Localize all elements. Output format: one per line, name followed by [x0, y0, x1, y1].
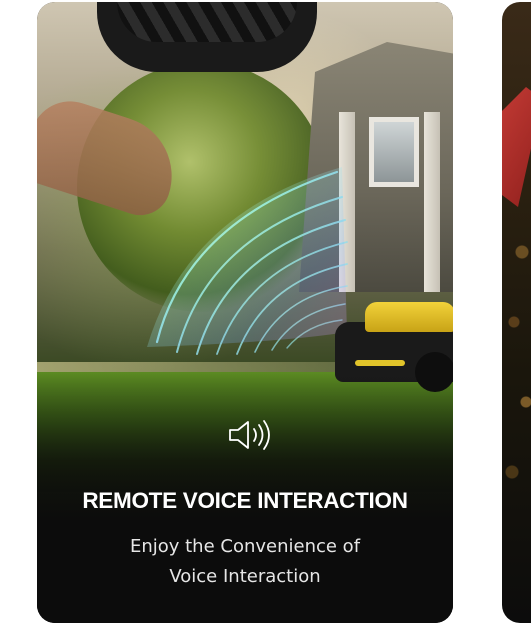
card-subtitle: Enjoy the Convenience of Voice Interacti… — [37, 532, 453, 592]
speaker-sound-icon — [229, 420, 270, 450]
card-subtitle-line-1: Enjoy the Convenience of — [129, 536, 361, 557]
card-title: REMOTE VOICE INTERACTION — [82, 488, 408, 513]
next-feature-card-partial[interactable] — [502, 2, 531, 623]
card-subtitle-line-2: Voice Interaction — [169, 566, 321, 587]
carousel: REMOTE VOICE INTERACTION Enjoy the Conve… — [0, 0, 531, 623]
feature-card-voice-interaction[interactable]: REMOTE VOICE INTERACTION Enjoy the Conve… — [37, 2, 453, 623]
